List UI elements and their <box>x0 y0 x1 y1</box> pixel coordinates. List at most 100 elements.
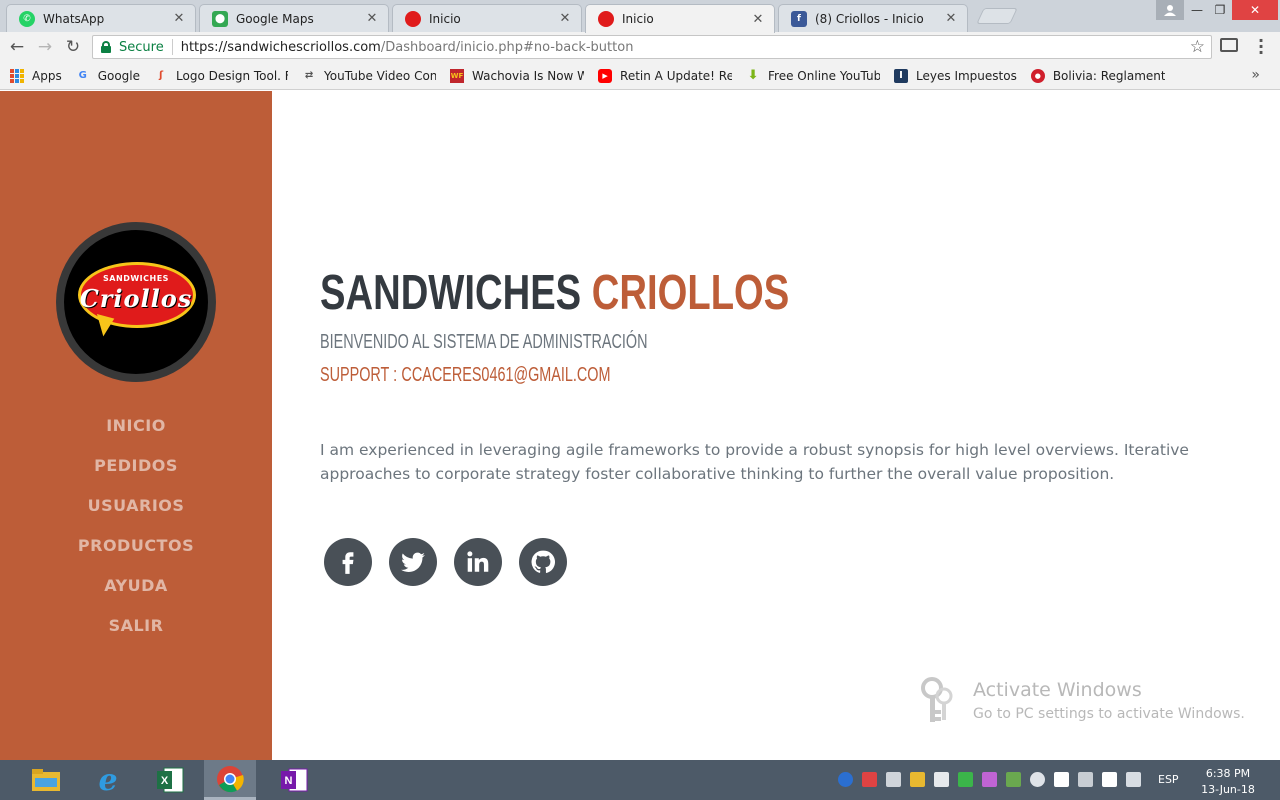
bookmark-label: YouTube Video Conv <box>324 68 437 83</box>
logo-top-text: SANDWICHES <box>103 274 169 283</box>
bookmark-star-icon[interactable]: ☆ <box>1190 37 1205 57</box>
lock-icon <box>101 41 111 53</box>
apps-grid-icon <box>10 68 24 83</box>
antivirus-icon[interactable] <box>1006 772 1021 787</box>
new-tab-button[interactable] <box>976 8 1018 24</box>
welcome-subheading: BIENVENIDO AL SISTEMA DE ADMINISTRACIÓN <box>320 331 648 353</box>
close-icon[interactable]: ✕ <box>171 11 187 26</box>
github-icon[interactable] <box>519 538 567 586</box>
cast-icon[interactable] <box>1220 38 1238 52</box>
excel-icon[interactable]: X <box>144 760 196 800</box>
tab-google-maps[interactable]: ⬤ Google Maps ✕ <box>199 4 389 32</box>
tab-facebook[interactable]: f (8) Criollos - Inicio ✕ <box>778 4 968 32</box>
window-close-icon[interactable]: ✕ <box>1232 0 1278 20</box>
onenote-icon[interactable]: N <box>268 760 320 800</box>
google-maps-icon: ⬤ <box>212 10 228 27</box>
title-accent-word: CRIOLLOS <box>591 266 790 320</box>
facebook-icon[interactable] <box>324 538 372 586</box>
google-icon: G <box>78 70 87 81</box>
tab-title: Google Maps <box>236 11 314 26</box>
svg-text:X: X <box>161 775 169 787</box>
bookmark-logo-design[interactable]: ʃ Logo Design Tool. Fr <box>154 69 288 83</box>
tab-strip: ✆ WhatsApp ✕ ⬤ Google Maps ✕ Inicio ✕ In… <box>0 0 1280 33</box>
impuestos-icon: I <box>894 68 909 83</box>
sidebar-item-productos[interactable]: PRODUCTOS <box>0 525 272 565</box>
chevron-right-icon[interactable]: » <box>1251 67 1260 83</box>
forward-arrow-icon[interactable]: → <box>34 37 56 57</box>
bolivia-icon: ● <box>1030 68 1045 83</box>
tab-title: Inicio <box>429 11 461 26</box>
bookmark-google[interactable]: G Google <box>76 69 140 83</box>
tab-title: (8) Criollos - Inicio <box>815 11 924 26</box>
flag-icon[interactable] <box>1054 772 1069 787</box>
reload-icon[interactable]: ↻ <box>62 37 84 57</box>
linkedin-icon[interactable] <box>454 538 502 586</box>
sidebar-item-pedidos[interactable]: PEDIDOS <box>0 445 272 485</box>
close-icon[interactable]: ✕ <box>557 11 573 26</box>
criollos-favicon-icon <box>405 10 421 27</box>
minimize-icon[interactable]: — <box>1186 0 1208 20</box>
facebook-icon: f <box>791 10 807 27</box>
language-indicator[interactable]: ESP <box>1158 773 1179 786</box>
bookmark-retin[interactable]: ▶ Retin A Update! Resu <box>598 68 733 83</box>
logo-design-icon: ʃ <box>158 70 164 81</box>
network-drive-icon[interactable] <box>958 772 973 787</box>
device-icon[interactable] <box>886 772 901 787</box>
usb-icon[interactable] <box>934 772 949 787</box>
logo-bubble-tail <box>91 314 115 338</box>
bookmark-label: Free Online YouTube <box>768 68 881 83</box>
nx-icon[interactable] <box>982 772 997 787</box>
bookmarks-bar: Apps G Google ʃ Logo Design Tool. Fr ⇄ Y… <box>0 62 1280 90</box>
sidebar-item-salir[interactable]: SALIR <box>0 605 272 645</box>
clock-date: 13-Jun-18 <box>1201 783 1255 796</box>
internet-explorer-icon[interactable]: e <box>82 760 134 800</box>
sidebar-nav: INICIO PEDIDOS USUARIOS PRODUCTOS AYUDA … <box>0 405 272 645</box>
bookmark-label: Retin A Update! Resu <box>620 68 733 83</box>
support-email-link[interactable]: CCACERES0461@GMAIL.COM <box>401 364 610 386</box>
close-icon[interactable]: ✕ <box>943 11 959 26</box>
svg-text:N: N <box>285 775 293 787</box>
clock[interactable]: 6:38 PM 13-Jun-18 <box>1196 766 1260 798</box>
warning-icon[interactable] <box>862 772 877 787</box>
criollos-favicon-icon <box>598 11 614 27</box>
menu-kebab-icon[interactable]: · · · <box>1256 33 1266 61</box>
display-icon[interactable] <box>1078 772 1093 787</box>
bookmark-wachovia[interactable]: WF Wachovia Is Now We <box>450 68 584 83</box>
bookmark-youtube-converter[interactable]: ⇄ YouTube Video Conv <box>302 69 436 83</box>
restore-icon[interactable]: ❐ <box>1208 0 1232 20</box>
sidebar: SANDWICHES Criollos INICIO PEDIDOS USUAR… <box>0 91 272 760</box>
file-explorer-icon[interactable] <box>20 760 72 800</box>
wells-fargo-icon: WF <box>450 68 465 83</box>
bookmark-apps[interactable]: Apps <box>10 68 62 83</box>
sidebar-item-ayuda[interactable]: AYUDA <box>0 565 272 605</box>
sidebar-item-inicio[interactable]: INICIO <box>0 405 272 445</box>
volume-icon[interactable] <box>1030 772 1045 787</box>
bookmark-label: Leyes Impuestos <box>916 68 1017 83</box>
battery-icon[interactable] <box>1102 772 1117 787</box>
support-line: SUPPORT : CCACERES0461@GMAIL.COM <box>320 364 610 387</box>
sidebar-item-usuarios[interactable]: USUARIOS <box>0 485 272 525</box>
activate-title: Activate Windows <box>973 679 1142 701</box>
power-plan-icon[interactable] <box>910 772 925 787</box>
download-icon: ⬇ <box>747 68 759 83</box>
bluetooth-icon[interactable] <box>838 772 853 787</box>
bookmark-label: Logo Design Tool. Fr <box>176 68 289 83</box>
user-profile-icon[interactable] <box>1156 0 1184 20</box>
bookmark-leyes-impuestos[interactable]: I Leyes Impuestos <box>894 68 1017 83</box>
bookmark-label: Apps <box>32 68 62 83</box>
close-icon[interactable]: ✕ <box>750 12 766 27</box>
tab-inicio[interactable]: Inicio ✕ <box>392 4 582 32</box>
brand-logo: SANDWICHES Criollos <box>56 222 216 382</box>
twitter-icon[interactable] <box>389 538 437 586</box>
logo-main-text: Criollos <box>79 284 193 313</box>
wifi-signal-icon[interactable] <box>1126 772 1141 787</box>
tab-whatsapp[interactable]: ✆ WhatsApp ✕ <box>6 4 196 32</box>
back-arrow-icon[interactable]: ← <box>6 37 28 57</box>
tab-inicio-active[interactable]: Inicio ✕ <box>585 4 775 33</box>
bookmark-free-youtube[interactable]: ⬇ Free Online YouTube <box>746 68 881 83</box>
close-icon[interactable]: ✕ <box>364 11 380 26</box>
bookmark-bolivia[interactable]: ● Bolivia: Reglamento <box>1030 68 1165 83</box>
system-tray <box>838 772 1150 787</box>
chrome-icon[interactable] <box>204 760 256 800</box>
address-bar[interactable]: Secure https://sandwichescriollos.com/Da… <box>92 35 1212 59</box>
